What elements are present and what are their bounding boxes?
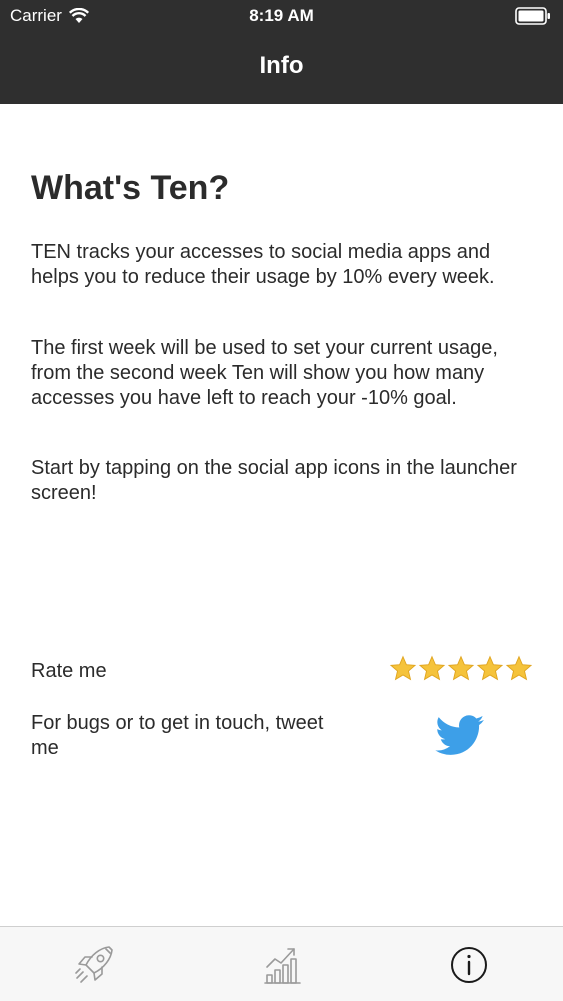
star-icon [389,655,417,681]
rate-label: Rate me [31,660,107,682]
start-instructions-paragraph: Start by tapping on the social app icons… [31,457,517,504]
first-week-paragraph: The first week will be used to set your … [31,337,498,409]
battery-icon [515,7,551,30]
tweet-row: For bugs or to get in touch, tweet me [31,711,536,763]
status-bar: Carrier 8:19 AM [0,0,563,32]
info-icon [451,947,487,983]
rate-row: Rate me [31,655,536,689]
bar-chart-icon [264,948,301,984]
star-icon [505,655,533,681]
tweet-label: For bugs or to get in touch, tweet me [31,712,324,759]
description-paragraph: TEN tracks your accesses to social media… [31,241,495,288]
rate-stars-button[interactable] [389,655,534,683]
tab-info[interactable] [447,943,491,987]
star-icon [418,655,446,681]
status-time: 8:19 AM [249,6,314,25]
tab-stats[interactable] [260,943,304,987]
twitter-icon [435,715,484,755]
tab-bar [0,926,563,1001]
navigation-bar: Info [0,32,563,104]
tweet-button[interactable] [435,715,485,762]
info-heading: What's Ten? [31,169,230,207]
tab-launcher[interactable] [72,943,116,987]
info-content: What's Ten? TEN tracks your accesses to … [31,168,536,506]
star-icon [476,655,504,681]
star-icon [447,655,475,681]
page-title: Info [259,52,304,79]
rocket-icon [75,946,113,983]
